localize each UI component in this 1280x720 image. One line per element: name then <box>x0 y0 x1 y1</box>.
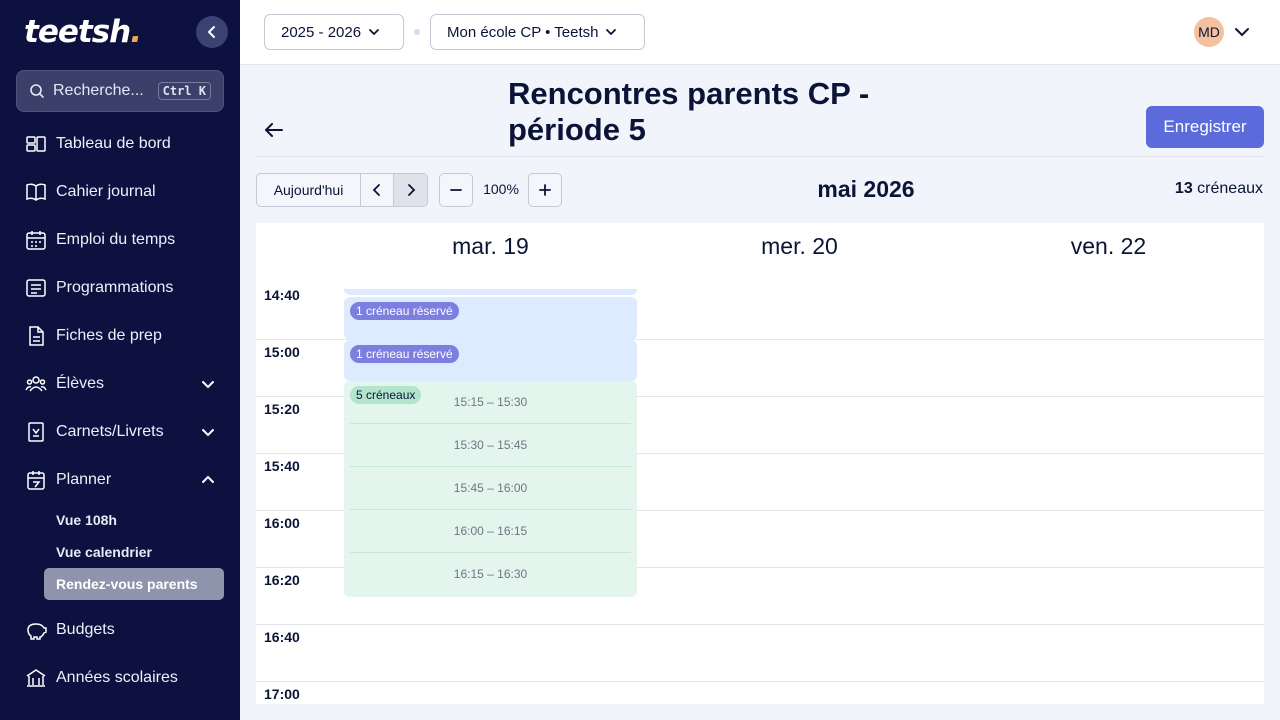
separator-dot <box>414 29 420 35</box>
chevron-left-icon <box>372 184 380 196</box>
sidebar-item-fiches-de-prep[interactable]: Fiches de prep <box>0 312 240 360</box>
reserved-event[interactable]: 1 créneau réservé <box>344 297 637 340</box>
sidebar-item-label: Tableau de bord <box>56 135 171 152</box>
notebook-icon <box>24 420 48 444</box>
available-slot[interactable]: 15:30 – 15:45 <box>350 424 631 467</box>
planner-icon <box>24 468 48 492</box>
page-title: Rencontres parents CP - période 5 <box>508 76 870 147</box>
dashboard-icon <box>24 132 48 156</box>
chevron-down-icon <box>606 29 617 36</box>
sidebar-item-tableau-de-bord[interactable]: Tableau de bord <box>0 120 240 168</box>
available-slot[interactable]: 15:45 – 16:00 <box>350 467 631 510</box>
school-year-value: 2025 - 2026 <box>281 23 362 41</box>
sidebar-item-label: Années scolaires <box>56 669 178 686</box>
reserved-badge: 1 créneau réservé <box>350 302 459 320</box>
current-month: mai 2026 <box>817 176 915 202</box>
book-icon <box>24 180 48 204</box>
chevron-down-icon <box>369 29 379 36</box>
sidebar-subitem-vue-calendrier[interactable]: Vue calendrier <box>44 536 224 568</box>
sidebar-item-label: Cahier journal <box>56 183 156 200</box>
time-row[interactable]: 17:00 <box>256 682 1264 704</box>
reserved-badge: 1 créneau réservé <box>350 345 459 363</box>
sidebar-item-carnets-livrets[interactable]: Carnets/Livrets <box>0 408 240 456</box>
list-icon <box>24 276 48 300</box>
minus-icon <box>450 189 462 191</box>
time-label: 15:40 <box>264 458 300 474</box>
reserved-event[interactable] <box>344 289 637 295</box>
zoom-in-button[interactable] <box>528 173 562 207</box>
sidebar-item-label: Élèves <box>56 375 105 392</box>
zoom-level: 100% <box>483 181 519 197</box>
time-label: 16:40 <box>264 629 300 645</box>
available-slot[interactable]: 15:15 – 15:30 <box>350 381 631 424</box>
today-button[interactable]: Aujourd'hui <box>257 174 361 206</box>
day-header: mar. 19 <box>452 233 529 259</box>
back-arrow-icon[interactable] <box>262 118 286 142</box>
time-label: 16:00 <box>264 515 300 531</box>
chevron-left-icon <box>208 26 215 38</box>
sidebar-item-cahier-journal[interactable]: Cahier journal <box>0 168 240 216</box>
zoom-out-button[interactable] <box>439 173 473 207</box>
date-navigation-group: Aujourd'hui <box>256 173 428 207</box>
sidebar-item-programmations[interactable]: Programmations <box>0 264 240 312</box>
search-shortcut: Ctrl K <box>157 82 211 100</box>
collapse-sidebar-button[interactable] <box>196 16 228 48</box>
sidebar-item-budgets[interactable]: Budgets <box>0 606 240 654</box>
avatar[interactable]: MD <box>1194 17 1224 47</box>
time-label: 15:20 <box>264 401 300 417</box>
sidebar-item-planner[interactable]: Planner <box>0 456 240 504</box>
school-year-select[interactable]: 2025 - 2026 <box>264 14 404 50</box>
calendar-icon <box>24 228 48 252</box>
chevron-right-icon <box>407 184 415 196</box>
time-label: 14:40 <box>264 287 300 303</box>
time-row[interactable]: 16:40 <box>256 625 1264 682</box>
slot-count-label: créneaux <box>1197 180 1263 197</box>
sidebar-item-label: Carnets/Livrets <box>56 423 164 440</box>
school-icon <box>24 666 48 690</box>
teetsh-logo[interactable]: teetsh. <box>24 14 142 50</box>
sidebar-item-label: Fiches de prep <box>56 327 162 344</box>
sidebar: teetsh. Recherche... Ctrl K Tableau de b… <box>0 0 240 720</box>
sidebar-item-eleves[interactable]: Élèves <box>0 360 240 408</box>
calendar-grid: mar. 19 mer. 20 ven. 22 14:40 15:00 15:2… <box>256 223 1264 704</box>
plus-icon <box>539 184 551 196</box>
sidebar-item-annees-scolaires[interactable]: Années scolaires <box>0 654 240 702</box>
school-select[interactable]: Mon école CP • Teetsh <box>430 14 645 50</box>
sidebar-subitem-rendez-vous-parents[interactable]: Rendez-vous parents <box>44 568 224 600</box>
students-icon <box>24 372 48 396</box>
time-label: 16:20 <box>264 572 300 588</box>
day-header: ven. 22 <box>1070 233 1147 259</box>
time-label: 17:00 <box>264 686 300 702</box>
search-placeholder: Recherche... <box>53 82 144 99</box>
search-icon <box>30 84 44 98</box>
header-divider <box>256 156 1264 157</box>
chevron-down-icon <box>202 381 214 389</box>
sidebar-item-label: Planner <box>56 471 112 488</box>
previous-button[interactable] <box>361 174 394 206</box>
chevron-up-icon <box>202 475 214 483</box>
slot-count: 13 créneaux <box>1175 180 1263 198</box>
next-button[interactable] <box>394 174 427 206</box>
search-input[interactable]: Recherche... Ctrl K <box>16 70 224 112</box>
sidebar-item-label: Budgets <box>56 621 115 638</box>
available-slot[interactable]: 16:00 – 16:15 <box>350 510 631 553</box>
available-slot[interactable]: 16:15 – 16:30 <box>350 553 631 596</box>
reserved-event[interactable]: 1 créneau réservé <box>344 340 637 381</box>
school-value: Mon école CP • Teetsh <box>447 23 599 41</box>
document-icon <box>24 324 48 348</box>
sidebar-item-emploi-du-temps[interactable]: Emploi du temps <box>0 216 240 264</box>
sidebar-subitem-vue-108h[interactable]: Vue 108h <box>44 504 224 536</box>
sidebar-item-label: Emploi du temps <box>56 231 176 248</box>
day-header: mer. 20 <box>761 233 838 259</box>
chevron-down-icon <box>202 429 214 437</box>
chevron-down-icon[interactable] <box>1232 22 1252 42</box>
sidebar-item-label: Programmations <box>56 279 174 296</box>
save-button[interactable]: Enregistrer <box>1146 106 1264 148</box>
sidebar-nav: Tableau de bord Cahier journal Emploi du… <box>0 120 240 702</box>
time-label: 15:00 <box>264 344 300 360</box>
slot-count-value: 13 <box>1174 180 1193 197</box>
piggy-bank-icon <box>24 618 48 642</box>
top-bar: 2025 - 2026 Mon école CP • Teetsh MD <box>240 0 1280 65</box>
